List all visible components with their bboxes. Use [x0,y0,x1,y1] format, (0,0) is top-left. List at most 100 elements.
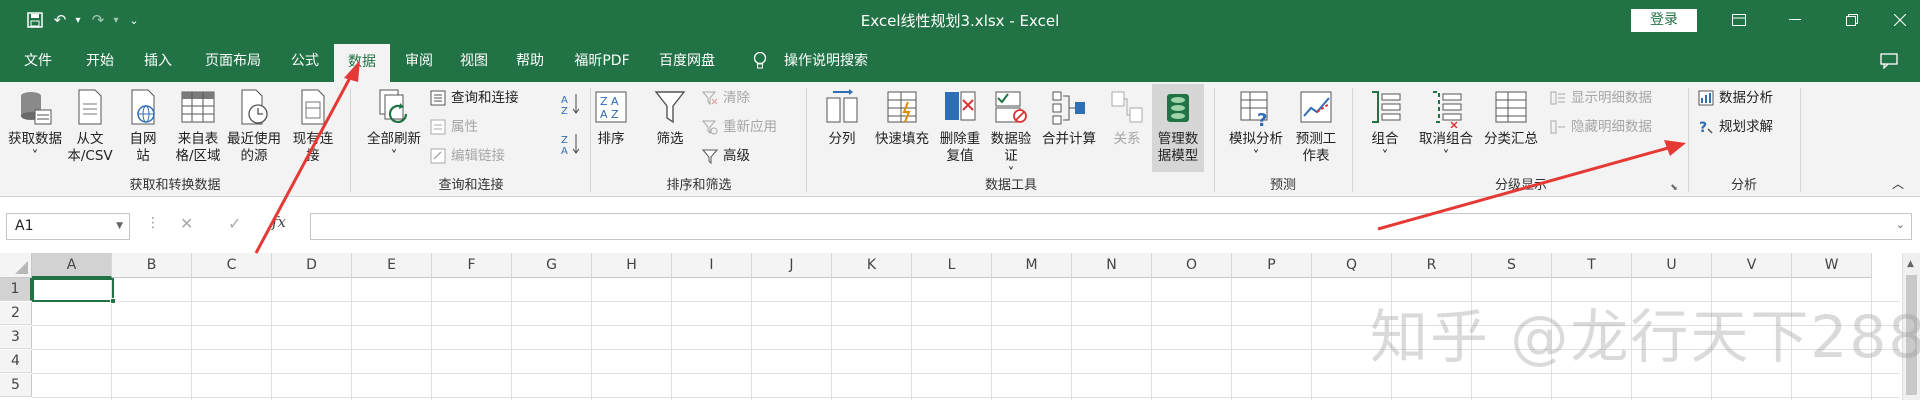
column-header[interactable]: B [112,253,192,278]
manage-data-model-button[interactable]: 管理数据模型 [1152,84,1204,172]
data-analysis-button[interactable]: 数据分析 [1698,86,1773,110]
from-table-button[interactable]: 来自表格/区域 [170,88,226,165]
show-detail-button[interactable]: 显示明细数据 [1550,86,1652,110]
column-header[interactable]: J [752,253,832,278]
from-web-button[interactable]: 自网站 [124,88,162,165]
column-header[interactable]: R [1392,253,1472,278]
remove-duplicates-button[interactable]: 删除重复值 [936,88,984,165]
column-header[interactable]: H [592,253,672,278]
name-box-dropdown-icon[interactable]: ▼ [116,214,123,239]
tab-foxit-pdf[interactable]: 福昕PDF [568,40,636,82]
row-header[interactable]: 3 [0,326,32,349]
close-icon[interactable] [1880,6,1920,34]
sort-button[interactable]: Z AA Z 排序 [590,88,632,148]
scroll-up-icon[interactable]: ▲ [1907,259,1914,269]
column-header[interactable]: D [272,253,352,278]
existing-connections-button[interactable]: 现有连接 [290,88,336,165]
column-header[interactable]: E [352,253,432,278]
properties-button[interactable]: 属性 [430,115,478,139]
tab-review[interactable]: 审阅 [394,40,444,82]
column-header[interactable]: Q [1312,253,1392,278]
column-header[interactable]: A [32,253,112,278]
column-header[interactable]: C [192,253,272,278]
ribbon-display-icon[interactable] [1719,6,1759,34]
row-header[interactable]: 4 [0,350,32,373]
expand-formula-icon[interactable]: ⌄ [1896,218,1905,231]
column-header[interactable]: S [1472,253,1552,278]
column-header[interactable]: K [832,253,912,278]
refresh-all-button[interactable]: 全部刷新 ˅ [358,88,430,165]
sort-za-icon[interactable]: ZA [558,132,584,159]
grid-line [671,278,672,400]
column-header[interactable]: I [672,253,752,278]
dialog-launcher-icon[interactable]: ⬊ [1668,180,1680,197]
advanced-filter-button[interactable]: 高级 [702,144,750,168]
tab-help[interactable]: 帮助 [506,40,554,82]
column-header[interactable]: V [1712,253,1792,278]
tell-me-search[interactable]: 操作说明搜索 [778,40,874,82]
from-text-csv-button[interactable]: 从文本/CSV [64,88,116,165]
what-if-analysis-button[interactable]: ? 模拟分析 ˅ [1224,88,1288,165]
tab-page-layout[interactable]: 页面布局 [196,40,270,82]
column-header[interactable]: O [1152,253,1232,278]
column-header[interactable]: W [1792,253,1872,278]
tab-file[interactable]: 文件 [14,40,62,82]
relationships-button[interactable]: 关系 [1106,88,1148,148]
reapply-button[interactable]: 重新应用 [702,115,777,139]
solver-button[interactable]: ? 规划求解 [1698,115,1773,139]
collapse-ribbon-icon[interactable]: ︿ [1888,176,1908,193]
minimize-icon[interactable] [1775,6,1815,34]
filter-button[interactable]: 筛选 [650,88,690,148]
formula-input[interactable]: ⌄ [310,213,1912,240]
more-options-icon[interactable]: ⋮ [146,215,160,231]
hide-detail-button[interactable]: 隐藏明细数据 [1550,115,1652,139]
tab-formulas[interactable]: 公式 [280,40,330,82]
comments-icon[interactable] [1874,40,1904,82]
row-header[interactable]: 2 [0,302,32,325]
consolidate-icon [1052,91,1085,125]
lightbulb-icon[interactable] [748,40,772,82]
properties-label: 属性 [451,119,478,135]
insert-function-icon[interactable]: fx [272,213,286,231]
column-header[interactable]: L [912,253,992,278]
column-header[interactable]: G [512,253,592,278]
get-data-button[interactable]: 获取数据 ˅ [8,88,62,165]
column-header[interactable]: F [432,253,512,278]
column-header[interactable]: N [1072,253,1152,278]
clear-filter-button[interactable]: 清除 [702,86,750,110]
column-header[interactable]: P [1232,253,1312,278]
data-validation-button[interactable]: 数据验证 ˅ [986,88,1036,182]
subtotal-button[interactable]: 分类汇总 [1480,88,1542,148]
row-header[interactable]: 5 [0,374,32,397]
column-header[interactable]: M [992,253,1072,278]
login-button[interactable]: 登录 [1631,9,1697,32]
tab-home[interactable]: 开始 [76,40,124,82]
consolidate-button[interactable]: 合并计算 [1036,88,1102,148]
text-to-columns-button[interactable]: 分列 [818,88,866,148]
enter-icon[interactable]: ✓ [228,214,241,233]
row-header[interactable]: 1 [0,278,32,301]
active-cell[interactable] [32,278,114,302]
recent-sources-button[interactable]: 最近使用的源 [226,88,282,165]
name-box[interactable]: A1 ▼ [6,213,130,240]
tab-view[interactable]: 视图 [450,40,498,82]
tab-data[interactable]: 数据 [334,44,390,82]
edit-links-button[interactable]: 编辑链接 [430,144,505,168]
tab-baidu-netdisk[interactable]: 百度网盘 [654,40,720,82]
column-header[interactable]: T [1552,253,1632,278]
tab-insert[interactable]: 插入 [134,40,182,82]
cancel-icon[interactable]: ✕ [180,214,193,233]
forecast-sheet-button[interactable]: 预测工作表 [1292,88,1340,165]
queries-connections-button[interactable]: 查询和连接 [430,86,519,110]
column-header[interactable]: U [1632,253,1712,278]
flash-fill-button[interactable]: 快速填充 [868,88,936,148]
fill-handle[interactable] [110,298,116,304]
select-all-corner[interactable] [0,253,32,278]
group-separator [1352,88,1353,192]
ungroup-button[interactable]: 取消组合 ˅ [1414,88,1478,165]
refresh-all-label: 全部刷新 [367,131,421,147]
group-button[interactable]: 组合 ˅ [1362,88,1408,165]
restore-icon[interactable] [1832,6,1872,34]
clear-label: 清除 [723,90,750,106]
sort-az-icon[interactable]: AZ [558,92,584,119]
